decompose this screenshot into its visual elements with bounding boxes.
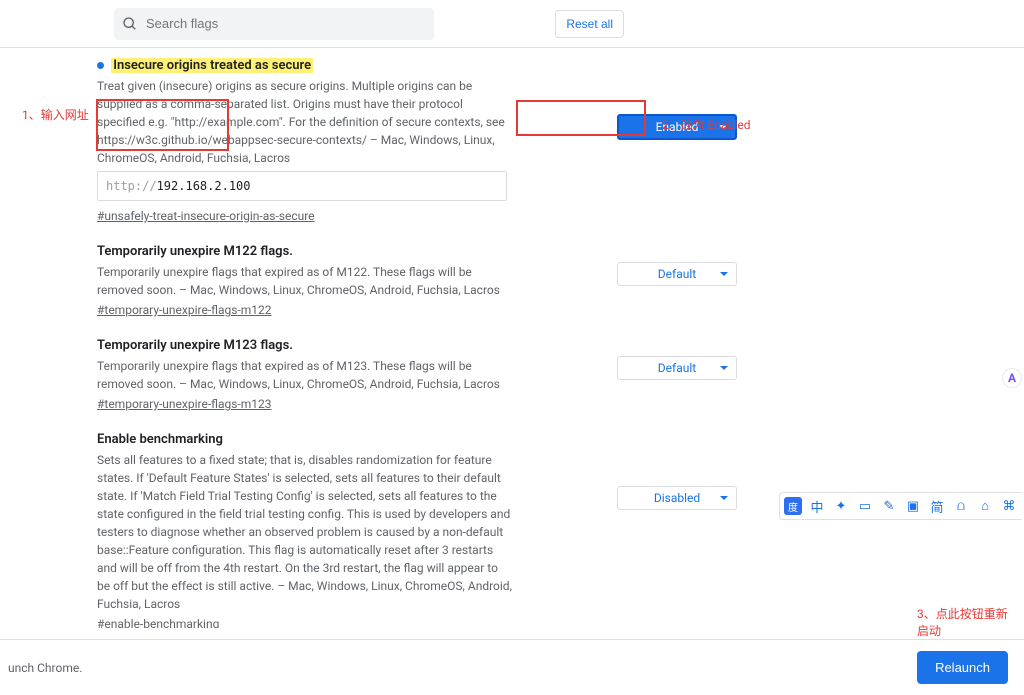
flag-description: Temporarily unexpire flags that expired … <box>97 263 512 299</box>
toolbar-icon[interactable]: ⌘ <box>1000 497 1018 515</box>
flag-m123: Temporarily unexpire M123 flags. Tempora… <box>97 332 642 426</box>
flag-title: Enable benchmarking <box>97 432 223 447</box>
url-host: 192.168.2.100 <box>157 179 251 193</box>
browser-side-toolbar: 度 中 ✦ ▭ ✎ ▣ 简 ⩍ ⌂ ⌘ <box>779 492 1022 520</box>
flag-select[interactable]: Disabled <box>617 486 737 510</box>
toolbar-icon[interactable]: ▭ <box>856 497 874 515</box>
flag-m122: Temporarily unexpire M122 flags. Tempora… <box>97 238 642 332</box>
flag-title: Temporarily unexpire M122 flags. <box>97 244 293 259</box>
flag-anchor-link[interactable]: #temporary-unexpire-flags-m122 <box>97 303 272 317</box>
origin-input-wrap: http://192.168.2.100 <box>97 171 642 201</box>
toolbar-icon[interactable]: ✦ <box>832 497 850 515</box>
reset-all-button[interactable]: Reset all <box>555 10 624 38</box>
search-icon <box>122 16 138 32</box>
topbar: Reset all <box>0 0 1024 48</box>
flag-anchor-link[interactable]: #unsafely-treat-insecure-origin-as-secur… <box>97 209 315 223</box>
flag-description: Treat given (insecure) origins as secure… <box>97 77 512 167</box>
toolbar-icon[interactable]: ✎ <box>880 497 898 515</box>
flag-benchmarking: Enable benchmarking Sets all features to… <box>97 426 642 628</box>
toolbar-icon[interactable]: 度 <box>784 497 802 515</box>
flags-content: Insecure origins treated as secure Treat… <box>0 48 1024 628</box>
assistant-float-icon[interactable]: A <box>1002 368 1022 388</box>
toolbar-icon[interactable]: ⌂ <box>976 497 994 515</box>
flag-select[interactable]: Default <box>617 262 737 286</box>
flag-select[interactable]: Default <box>617 356 737 380</box>
search-flags-box[interactable] <box>114 8 434 40</box>
flag-description: Temporarily unexpire flags that expired … <box>97 357 512 393</box>
url-protocol: http:// <box>106 179 157 193</box>
flag-anchor-link[interactable]: #enable-benchmarking <box>97 617 219 628</box>
flag-title: Insecure origins treated as secure <box>111 58 313 73</box>
flag-insecure-origins: Insecure origins treated as secure Treat… <box>97 56 642 238</box>
toolbar-icon[interactable]: ▣ <box>904 497 922 515</box>
footer-message: unch Chrome. <box>8 661 82 675</box>
flag-anchor-link[interactable]: #temporary-unexpire-flags-m123 <box>97 397 272 411</box>
modified-dot-icon <box>97 62 104 69</box>
flag-description: Sets all features to a fixed state; that… <box>97 451 512 613</box>
toolbar-icon[interactable]: ⩍ <box>952 497 970 515</box>
search-input[interactable] <box>146 16 426 31</box>
flag-title: Temporarily unexpire M123 flags. <box>97 338 293 353</box>
toolbar-icon[interactable]: 简 <box>928 497 946 515</box>
toolbar-icon[interactable]: 中 <box>808 497 826 515</box>
flag-select-enabled[interactable]: Enabled <box>617 114 737 140</box>
origin-url-input[interactable]: http://192.168.2.100 <box>97 171 507 201</box>
footer-bar: unch Chrome. Relaunch <box>0 639 1024 695</box>
relaunch-button[interactable]: Relaunch <box>917 651 1008 684</box>
